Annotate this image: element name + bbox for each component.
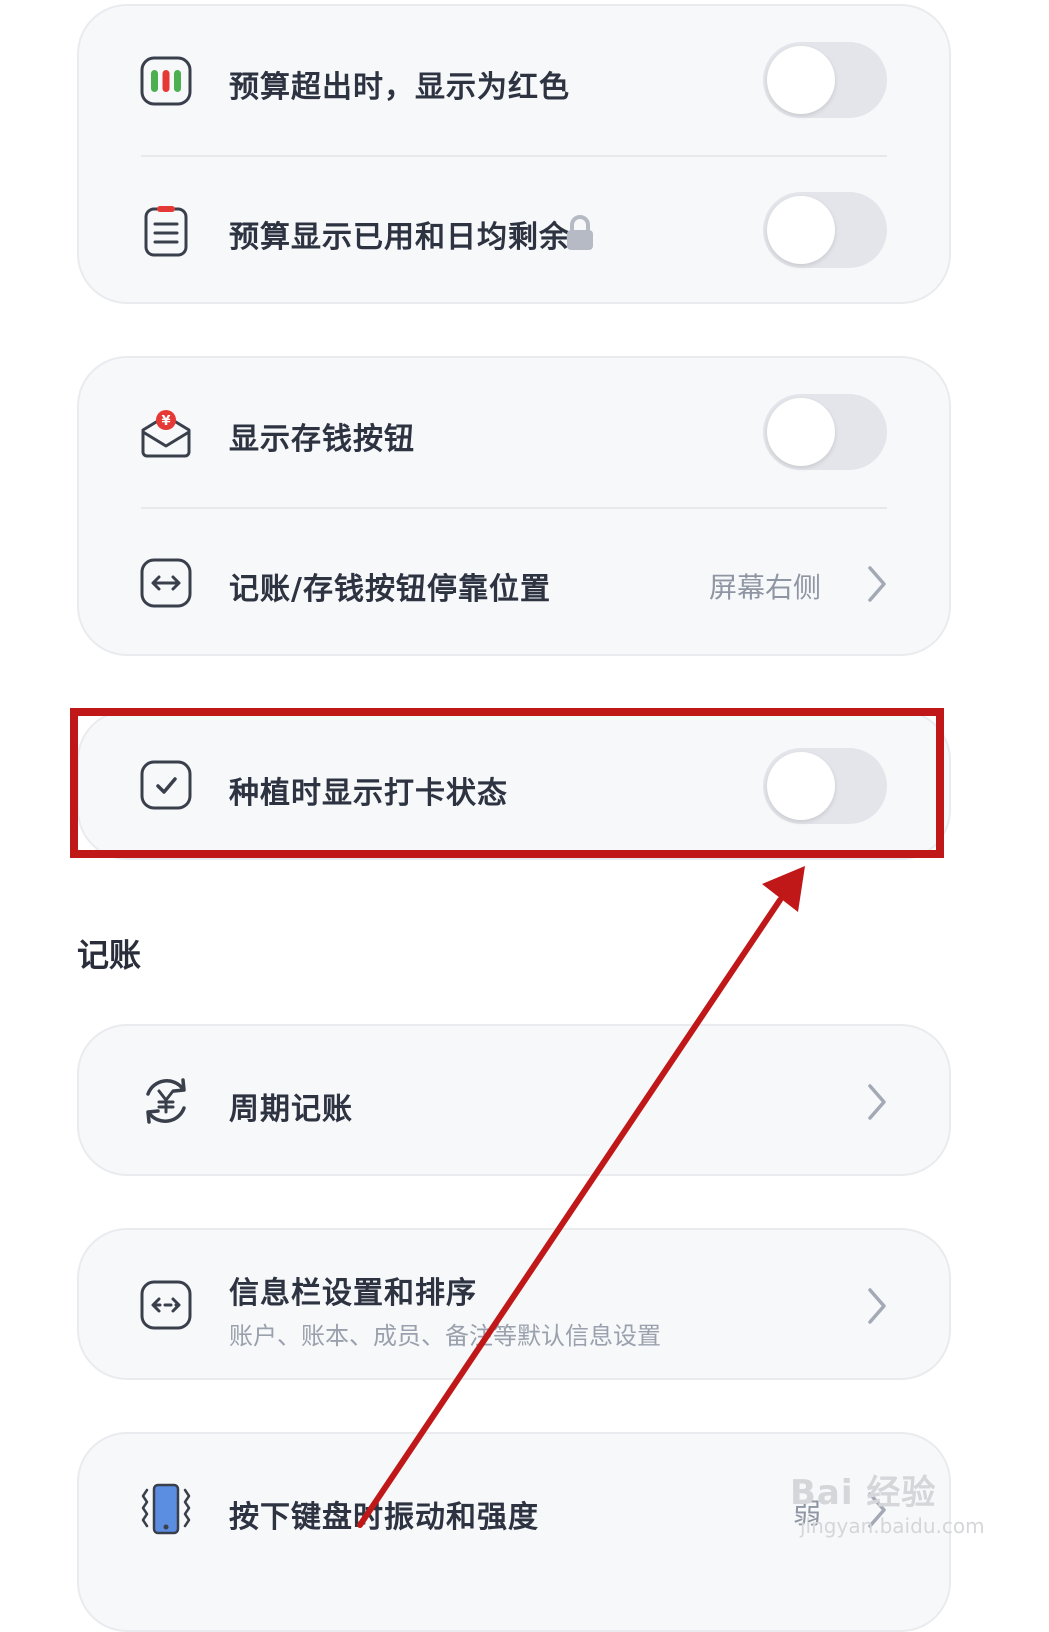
watermark-main: Bai 经验 xyxy=(790,1473,937,1513)
watermark-sub: jingyan.baidu.com xyxy=(800,1514,985,1538)
baidu-watermark: Bai 经验 jingyan.baidu.com xyxy=(790,1465,985,1538)
annotation-arrow xyxy=(357,866,805,1528)
